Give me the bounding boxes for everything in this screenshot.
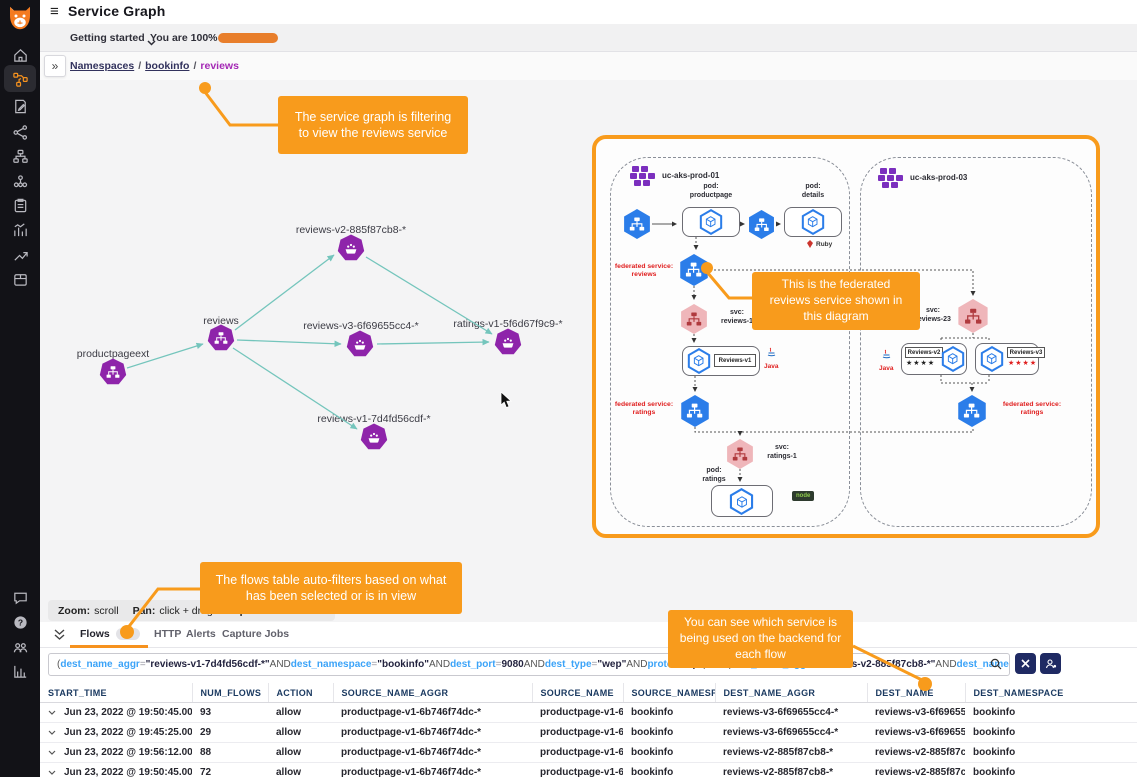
node-label: reviews-v2-885f87cb8-* — [266, 224, 436, 236]
java-logo: Java — [879, 347, 893, 372]
table-row[interactable]: Jun 23, 2022 @ 19:56:12.000 88 allow pro… — [40, 743, 1137, 763]
activity-icon[interactable] — [0, 217, 40, 243]
tigera-logo — [5, 3, 35, 33]
svg-text:?: ? — [17, 617, 22, 627]
tab-http[interactable]: HTTP — [154, 628, 181, 640]
tab-alerts[interactable]: Alerts — [186, 628, 216, 640]
help-icon[interactable]: ? — [0, 609, 40, 635]
team-icon[interactable] — [0, 634, 40, 660]
node-label: reviews-v1-7d4fd56cdf-* — [289, 413, 459, 425]
callout-federated-reviews: This is the federated reviews service sh… — [752, 272, 920, 330]
kubernetes-cluster-icon — [878, 167, 906, 189]
col-source-name[interactable]: SOURCE_NAME — [532, 683, 623, 703]
tiers-icon[interactable] — [0, 143, 40, 169]
page-title: Service Graph — [68, 3, 166, 19]
federated-service-reviews-label: federated service: reviews — [606, 263, 682, 280]
collapse-panel-icon[interactable] — [54, 628, 65, 646]
node-label: productpageext — [28, 348, 198, 360]
flows-table: START_TIME NUM_FLOWS ACTION SOURCE_NAME_… — [40, 683, 1137, 777]
reviews-v3-name-tag: Reviews-v3 — [1007, 347, 1045, 358]
breadcrumb-bookinfo[interactable]: bookinfo — [145, 60, 189, 72]
col-dest-namespace[interactable]: DEST_NAMESPACE — [965, 683, 1137, 703]
service-graph-app: { "app": { "title": "Service Graph" }, "… — [0, 0, 1137, 777]
expand-panel-button[interactable]: » — [44, 55, 66, 77]
trends-icon[interactable] — [0, 242, 40, 268]
callout-backend-service: You can see which service is being used … — [668, 610, 853, 668]
top-bar: ≡ Service Graph — [40, 0, 1137, 24]
kubernetes-cluster-icon — [630, 165, 658, 187]
policies-icon[interactable] — [0, 93, 40, 119]
filter-bar: (dest_name_aggr = "reviews-v1-7d4fd56cdf… — [40, 648, 1137, 683]
rating-stars-black: ★★★★ — [906, 359, 935, 367]
reviews-v1-name-tag: Reviews-v1 — [714, 354, 756, 367]
ruby-logo: Ruby — [806, 240, 832, 248]
flows-filter-input[interactable]: (dest_name_aggr = "reviews-v1-7d4fd56cdf… — [48, 653, 1010, 676]
expand-row-icon[interactable] — [48, 747, 56, 758]
cluster-name: uc-aks-prod-03 — [910, 173, 967, 183]
col-dest-name-aggr[interactable]: DEST_NAME_AGGR — [715, 683, 867, 703]
cluster-uc-aks-prod-03 — [860, 157, 1092, 527]
network-icon[interactable] — [0, 119, 40, 145]
table-row[interactable]: Jun 23, 2022 @ 19:45:25.000 29 allow pro… — [40, 723, 1137, 743]
callout-flows-autofilter: The flows table auto-filters based on wh… — [200, 562, 462, 614]
bottom-panel-tabs: Flows20 HTTP Alerts Capture Jobs — [40, 622, 1137, 648]
col-action[interactable]: ACTION — [268, 683, 333, 703]
getting-started-band: Getting started You are 100% done — [40, 24, 1137, 52]
table-row[interactable]: Jun 23, 2022 @ 19:50:45.000 93 allow pro… — [40, 703, 1137, 723]
chat-icon[interactable] — [0, 584, 40, 610]
expand-row-icon[interactable] — [48, 707, 56, 718]
expand-row-icon[interactable] — [48, 767, 56, 777]
expand-row-icon[interactable] — [48, 727, 56, 738]
callout-service-graph-filter: The service graph is filtering to view t… — [278, 96, 468, 154]
progress-bar — [218, 33, 278, 43]
breadcrumb-reviews: reviews — [200, 60, 239, 72]
federated-service-ratings-label: federated service: ratings — [992, 401, 1072, 418]
pod-label: pod: details — [778, 183, 848, 201]
hamburger-menu-icon[interactable]: ≡ — [50, 3, 59, 20]
flows-count-badge: 20 — [116, 628, 140, 640]
breadcrumb: Namespaces/bookinfo/reviews — [70, 60, 239, 72]
java-logo: Java — [764, 345, 778, 370]
architecture-diagram: uc-aks-prod-01 pod: productpage pod: det… — [592, 135, 1100, 538]
rating-stars-red: ★★★★ — [1008, 359, 1037, 367]
breadcrumb-namespaces[interactable]: Namespaces — [70, 60, 134, 72]
archive-icon[interactable] — [0, 266, 40, 292]
table-header-row: START_TIME NUM_FLOWS ACTION SOURCE_NAME_… — [40, 683, 1137, 703]
compliance-icon[interactable] — [0, 192, 40, 218]
endpoints-icon[interactable] — [0, 168, 40, 194]
clear-filter-button[interactable] — [1015, 653, 1036, 674]
federated-service-ratings-label: federated service: ratings — [606, 401, 682, 418]
tab-capture-jobs[interactable]: Capture Jobs — [222, 628, 289, 640]
nodejs-logo: node — [792, 491, 814, 501]
col-source-name-aggr[interactable]: SOURCE_NAME_AGGR — [333, 683, 532, 703]
svc-label: svc: ratings-1 — [757, 444, 807, 462]
node-label: ratings-v1-5f6d67f9c9-* — [423, 318, 593, 330]
pod-label: pod: ratings — [691, 467, 737, 485]
col-num-flows[interactable]: NUM_FLOWS — [192, 683, 268, 703]
breadcrumb-row: » Namespaces/bookinfo/reviews — [40, 52, 1137, 80]
getting-started-dropdown[interactable]: Getting started — [70, 32, 145, 44]
sidebar: ? — [0, 0, 40, 777]
node-label: reviews-v3-6f69655cc4-* — [276, 320, 446, 332]
add-user-button[interactable] — [1040, 653, 1061, 674]
table-row[interactable]: Jun 23, 2022 @ 19:50:45.000 72 allow pro… — [40, 763, 1137, 777]
usage-chart-icon[interactable] — [0, 658, 40, 684]
col-source-namespace[interactable]: SOURCE_NAMESPACE — [623, 683, 715, 703]
cluster-name: uc-aks-prod-01 — [662, 171, 719, 181]
tab-flows[interactable]: Flows20 — [80, 628, 140, 640]
col-dest-name[interactable]: DEST_NAME — [867, 683, 965, 703]
search-icon[interactable] — [990, 657, 1002, 675]
col-start-time[interactable]: START_TIME — [40, 683, 192, 703]
reviews-v2-name-tag: Reviews-v2 — [905, 347, 943, 358]
pod-label: pod: productpage — [676, 183, 746, 201]
service-graph-icon[interactable] — [0, 66, 40, 92]
